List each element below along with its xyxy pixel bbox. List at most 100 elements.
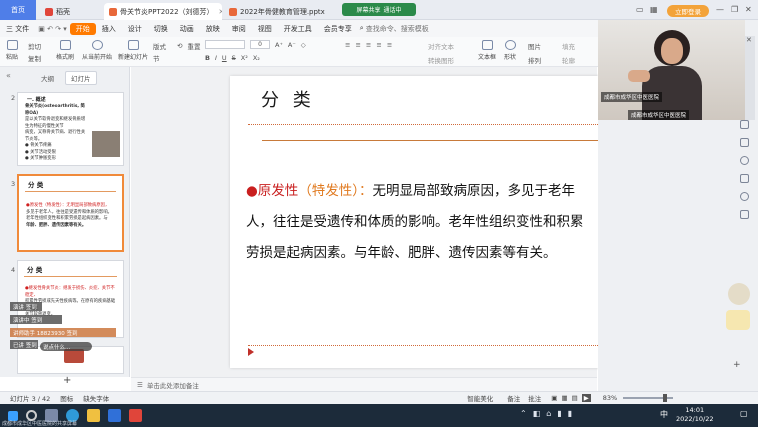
meeting-app-icon[interactable]: [108, 409, 121, 422]
grid-icon[interactable]: ▦: [650, 5, 658, 14]
close-window-icon[interactable]: ✕: [745, 5, 752, 14]
reading-view-icon[interactable]: ▤: [572, 394, 578, 402]
italic-button[interactable]: I: [215, 54, 217, 62]
clear-format-button[interactable]: ◇: [301, 41, 306, 49]
close-tab-icon[interactable]: ✕: [219, 8, 222, 16]
windows-start-icon[interactable]: [8, 410, 18, 421]
tab-home[interactable]: 首页: [0, 0, 36, 20]
outline-button[interactable]: 轮廓: [562, 55, 575, 65]
presenter-camera-view[interactable]: 成都市成华区中医医院 成都市成华区中医医院: [598, 20, 745, 120]
align-right-button[interactable]: ≡: [387, 41, 392, 49]
reset-button[interactable]: ⟲ 重置: [177, 41, 200, 51]
system-tray-icons[interactable]: ⌃◧⌂▮▮: [520, 409, 578, 418]
meeting-checkin-label[interactable]: 演讲 签到: [10, 302, 42, 311]
tab-docer[interactable]: 稻壳: [40, 3, 102, 20]
menu-member[interactable]: 会员专享: [318, 24, 358, 34]
zoom-in-icon[interactable]: +: [733, 360, 741, 370]
slide-body-text[interactable]: ●原发性（特发性）：无明显局部致病原因，多见于老年人，往往是受遗传和体质的影响。…: [246, 176, 596, 269]
location-icon[interactable]: [739, 192, 749, 201]
clock[interactable]: 14:01 2022/10/22: [676, 406, 713, 424]
font-size-select[interactable]: 0: [250, 40, 270, 49]
layout-icon[interactable]: ▭: [636, 5, 644, 14]
play-from-current-button[interactable]: 从当前开始: [82, 40, 112, 61]
meeting-checkin-label[interactable]: 演讲中 签到: [10, 315, 62, 324]
tab-outline[interactable]: 大纲: [36, 72, 59, 84]
fill-button[interactable]: 填充: [562, 41, 575, 51]
emoji-icon[interactable]: [726, 310, 750, 330]
menu-transition[interactable]: 切换: [148, 24, 174, 34]
align-text-button[interactable]: 对齐文本: [428, 41, 454, 51]
section-button[interactable]: 节: [153, 53, 160, 63]
settings-icon[interactable]: [739, 210, 749, 219]
assistant-checkin-label[interactable]: 讲师助手 18823930 签到: [10, 328, 116, 337]
align-center-button[interactable]: ≡: [376, 41, 381, 49]
slide-thumbnail-selected[interactable]: 分 类 ●原发性（特发性）：无明显局部致病原因， 多见于老年人，往往是受遗传和体…: [17, 174, 124, 252]
cut-button[interactable]: 剪切: [28, 41, 41, 51]
wps-icon[interactable]: [129, 409, 142, 422]
notes-bar[interactable]: ☰ 单击此处添加备注: [131, 377, 597, 391]
superscript-button[interactable]: X²: [241, 54, 248, 62]
zoom-level[interactable]: 83%: [603, 394, 617, 402]
play-slideshow-icon[interactable]: ▶: [581, 394, 591, 402]
numbered-list-button[interactable]: ≡: [355, 41, 360, 49]
tab-document-active[interactable]: 骨关节炎PPT2022（刘德芳） ✕: [104, 3, 222, 20]
floating-widget[interactable]: [728, 283, 750, 305]
bullet-list-button[interactable]: ≡: [345, 41, 350, 49]
ime-indicator[interactable]: 中: [660, 409, 668, 420]
strikethrough-button[interactable]: S: [232, 54, 236, 62]
font-shrink-button[interactable]: A⁻: [288, 41, 296, 49]
slide-title[interactable]: 分 类: [261, 86, 315, 112]
menu-home[interactable]: 开始: [69, 22, 96, 35]
meeting-status-bar[interactable]: 屏幕共享 通话中: [342, 3, 416, 16]
menu-design[interactable]: 设计: [122, 24, 148, 34]
font-grow-button[interactable]: A⁺: [275, 41, 283, 49]
sidebar-scroll-area[interactable]: ✕: [745, 36, 755, 120]
add-slide-icon[interactable]: +: [63, 375, 71, 386]
close-sidebar-icon[interactable]: ✕: [746, 36, 752, 44]
share-icon[interactable]: [739, 174, 749, 183]
chat-input[interactable]: 说点什么...: [40, 342, 92, 351]
menu-slideshow[interactable]: 放映: [200, 24, 226, 34]
smart-beautify-button[interactable]: 智能美化: [467, 393, 493, 403]
property-icon[interactable]: [739, 138, 749, 147]
sorter-view-icon[interactable]: ▦: [561, 394, 567, 402]
new-slide-button[interactable]: 新建幻灯片: [118, 40, 148, 61]
textbox-button[interactable]: 文本框: [478, 40, 496, 61]
menu-insert[interactable]: 插入: [96, 24, 122, 34]
notes-toggle[interactable]: 备注: [507, 393, 520, 403]
slide-thumbnail[interactable]: 一. 概述 骨关节炎(osteoarthritis, 简称OA) 是以关节软骨退…: [17, 92, 124, 166]
select-icon[interactable]: [739, 120, 749, 129]
restore-icon[interactable]: ❐: [731, 5, 738, 14]
layout-button[interactable]: 版式: [153, 41, 166, 51]
subscript-button[interactable]: X₂: [253, 54, 260, 62]
tab-document-2[interactable]: 2022年骨健教育管理.pptx: [224, 3, 342, 20]
format-painter-button[interactable]: 格式刷: [56, 40, 74, 61]
file-explorer-icon[interactable]: [87, 409, 100, 422]
copy-button[interactable]: 复制: [28, 53, 41, 63]
convert-smartart-button[interactable]: 转换图形: [428, 55, 454, 65]
shape-button[interactable]: 形状: [504, 40, 516, 61]
menu-file[interactable]: 三 文件: [0, 24, 35, 34]
slide-thumbnail[interactable]: 分 类 ●继发性骨关节炎：继发于损伤、炎症、关节不稳定、 积累性劳损或先天性疾病…: [17, 260, 124, 338]
minimize-icon[interactable]: —: [716, 5, 724, 14]
login-button[interactable]: 立即登录: [667, 5, 709, 17]
quick-access-icons[interactable]: ▣ ↶ ↷ ▾: [35, 25, 70, 33]
font-family-select[interactable]: [205, 40, 245, 49]
normal-view-icon[interactable]: ▣: [551, 394, 557, 402]
slide[interactable]: 分 类 ●原发性（特发性）：无明显局部致病原因，多见于老年人，往往是受遗传和体质…: [230, 76, 622, 368]
bold-button[interactable]: B: [205, 54, 210, 62]
menu-view[interactable]: 视图: [252, 24, 278, 34]
picture-button[interactable]: 图片: [528, 41, 541, 51]
tab-slides[interactable]: 幻灯片: [65, 71, 97, 85]
zoom-slider[interactable]: [623, 394, 674, 402]
underline-button[interactable]: U: [222, 54, 227, 62]
zoom-slider-handle[interactable]: [663, 394, 668, 402]
menu-animation[interactable]: 动画: [174, 24, 200, 34]
menu-review[interactable]: 审阅: [226, 24, 252, 34]
arrange-button[interactable]: 排列: [528, 55, 541, 65]
menu-developer[interactable]: 开发工具: [278, 24, 318, 34]
font-missing-button[interactable]: 缺失字体: [83, 393, 109, 403]
paste-button[interactable]: 粘贴: [6, 40, 18, 61]
help-icon[interactable]: [739, 156, 749, 165]
comments-toggle[interactable]: 批注: [528, 393, 541, 403]
